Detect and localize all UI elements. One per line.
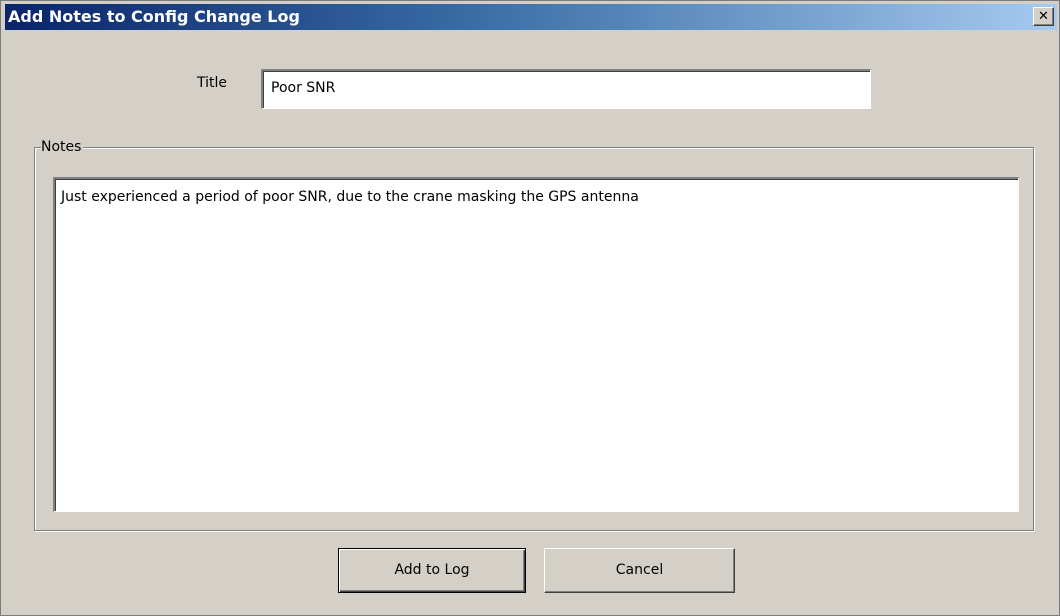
close-button[interactable]: ✕ [1033,7,1054,26]
dialog-window: Add Notes to Config Change Log ✕ Title P… [0,0,1060,616]
title-field-label: Title [197,75,228,91]
title-bar[interactable]: Add Notes to Config Change Log ✕ [5,4,1057,30]
cancel-button[interactable]: Cancel [544,548,735,593]
notes-group-label: Notes [41,138,84,156]
add-to-log-button[interactable]: Add to Log [338,548,526,593]
title-input[interactable]: Poor SNR [261,69,871,109]
window-title: Add Notes to Config Change Log [8,7,300,26]
close-icon: ✕ [1038,9,1049,24]
notes-textarea[interactable]: Just experienced a period of poor SNR, d… [53,177,1019,512]
